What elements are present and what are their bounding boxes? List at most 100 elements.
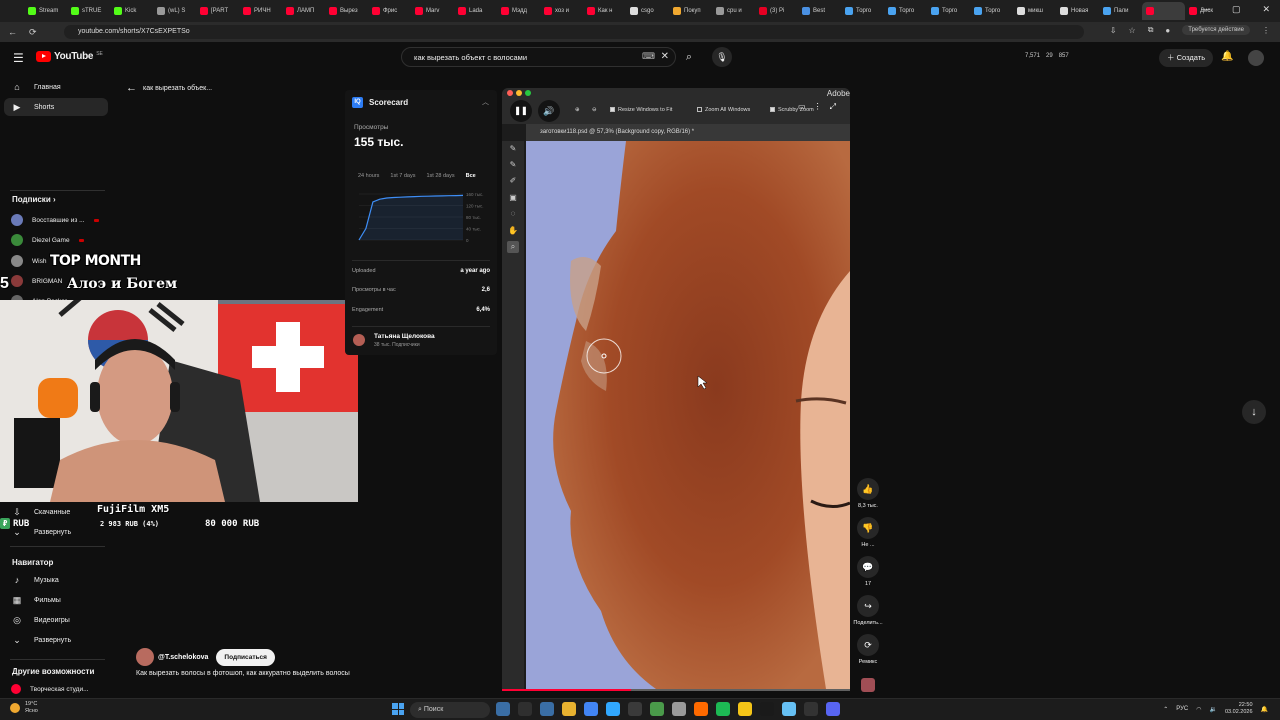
browser-tab[interactable]: (wL) S [153,2,196,20]
shorts-video-player[interactable]: Adobe ⊕ ⊖ Resize Windows to Fit Zoom All… [502,88,850,691]
search-input[interactable]: как вырезать объект с волосами ⌨ ✕ [401,47,676,67]
remix-action[interactable]: ⟳ Ремикс [851,634,885,665]
browser-tab[interactable] [1142,2,1185,20]
sidebar-item-navigator[interactable]: ▦ Фильмы [4,591,108,609]
taskbar-app-icon[interactable] [562,702,576,716]
browser-tab[interactable]: Stream [24,2,67,20]
share-icon[interactable]: ↪ [857,595,879,617]
network-icon[interactable]: ◠ [1196,706,1201,713]
sidebar-item-shorts[interactable]: ▶ Shorts [4,98,108,116]
more-options-icon[interactable]: ⋮ [814,102,822,112]
minimize-button[interactable]: — [1201,4,1210,15]
fullscreen-icon[interactable]: ⤢ [830,102,836,112]
browser-tab[interactable]: Пали [1099,2,1142,20]
reload-icon[interactable]: ⟳ [29,27,37,38]
account-avatar[interactable] [1248,50,1264,66]
tab-7-days[interactable]: 1st 7 days [390,173,415,179]
extensions-icon[interactable]: ⧉ [1148,25,1154,35]
browser-tab[interactable]: sTRUE [67,2,110,20]
browser-tab[interactable]: [PART [196,2,239,20]
tab-24-hours[interactable]: 24 hours [358,173,379,179]
browser-tab[interactable]: РИЧН [239,2,282,20]
share-action[interactable]: ↪ Поделить... [851,595,885,626]
browser-tab[interactable]: (3) Pi [755,2,798,20]
weather-widget[interactable]: 19°C Ясно [10,701,38,715]
browser-tab[interactable]: хоз и [540,2,583,20]
comments-icon[interactable]: 💬 [857,556,879,578]
taskbar-app-icon[interactable] [672,702,686,716]
taskbar-app-icon[interactable] [782,702,796,716]
browser-tab[interactable]: Новая [1056,2,1099,20]
language-indicator[interactable]: РУС [1176,706,1188,712]
search-icon[interactable]: ⌕ [678,47,700,67]
browser-tab[interactable]: Фрис [368,2,411,20]
taskbar-app-icon[interactable] [716,702,730,716]
profile-icon[interactable]: ● [1165,26,1170,35]
browser-tab[interactable]: Как н [583,2,626,20]
install-icon[interactable]: ⇩ [1110,26,1117,35]
audio-remix-thumbnail[interactable] [861,678,875,692]
menu-icon[interactable]: ☰ [13,51,24,65]
sidebar-item-home[interactable]: ⌂ Главная [4,78,108,96]
taskbar-app-icon[interactable] [628,702,642,716]
taskbar-app-icon[interactable] [760,702,774,716]
address-bar[interactable]: youtube.com/shorts/X7CsEXPETSo [64,25,1084,39]
subscription-item[interactable]: Wish [11,255,46,267]
taskbar-app-icon[interactable] [584,702,598,716]
bookmark-star-icon[interactable]: ☆ [1129,26,1136,35]
taskbar-app-icon[interactable] [804,702,818,716]
browser-tab[interactable]: Best [798,2,841,20]
browser-tab[interactable]: csgo [626,2,669,20]
back-nav-icon[interactable]: ← [8,27,17,37]
dislike-action[interactable]: 👎 Не ... [851,517,885,548]
browser-tab[interactable]: Вырез [325,2,368,20]
subscription-item[interactable]: BRIGMAN [11,275,62,287]
shorts-back-link[interactable]: ← как вырезать объек... [126,82,212,94]
browser-tab[interactable]: Мэдд [497,2,540,20]
speaker-icon[interactable]: 🔉 [1210,706,1217,713]
taskbar-app-icon[interactable] [650,702,664,716]
subscriptions-title[interactable]: Подписки › [12,195,56,204]
create-button[interactable]: ＋ Создать [1159,49,1214,67]
subscription-item[interactable]: Diezel Game [11,234,84,246]
sidebar-item-navigator[interactable]: ◎ Видеоигры [4,611,108,629]
microphone-icon[interactable]: 🎙 [712,47,732,67]
comments-action[interactable]: 💬 17 [851,556,885,587]
captions-icon[interactable]: ▭ [798,102,806,112]
browser-tab[interactable]: Торго [841,2,884,20]
remix-icon[interactable]: ⟳ [857,634,879,656]
youtube-logo[interactable]: YouTube SE [36,51,103,62]
windows-start-icon[interactable] [392,703,404,715]
browser-tab[interactable]: Покуп [669,2,712,20]
browser-tab[interactable]: Marv [411,2,454,20]
tab-all[interactable]: Все [466,173,476,179]
dislike-icon[interactable]: 👎 [857,517,879,539]
keyboard-icon[interactable]: ⌨ [642,51,655,62]
taskbar-app-icon[interactable] [540,702,554,716]
browser-tab[interactable]: Kick [110,2,153,20]
like-icon[interactable]: 👍 [857,478,879,500]
clock[interactable]: 22:50 03.02.2026 [1225,702,1253,716]
browser-tab[interactable]: ЛАМП [282,2,325,20]
taskbar-app-icon[interactable] [496,702,510,716]
next-short-arrow-icon[interactable]: ↓ [1242,400,1266,424]
collapse-icon[interactable]: ︿ [482,97,489,107]
browser-tab[interactable]: cpu и [712,2,755,20]
maximize-button[interactable]: ▢ [1232,4,1241,15]
pause-button[interactable]: ❚❚ [510,100,532,122]
sidebar-item-studio[interactable]: Творческая студи... [11,684,89,694]
browser-menu-icon[interactable]: ⋮ [1262,26,1270,35]
taskbar-app-icon[interactable] [694,702,708,716]
close-window-button[interactable]: ✕ [1262,4,1270,15]
notification-center-icon[interactable]: 🔔 [1261,706,1268,713]
video-progress-bar[interactable] [502,689,850,691]
taskbar-app-icon[interactable] [738,702,752,716]
taskbar-app-icon[interactable] [518,702,532,716]
volume-icon[interactable]: 🔊 [538,100,560,122]
action-required-badge[interactable]: Требуется действие [1182,25,1250,35]
video-description[interactable]: Как вырезать волосы в фотошоп, как аккур… [136,670,350,677]
taskbar-app-icon[interactable] [606,702,620,716]
channel-avatar[interactable] [136,648,154,666]
channel-handle[interactable]: @T.schelokova [158,654,208,661]
subscription-item[interactable]: Восставшие из ... [11,214,99,226]
